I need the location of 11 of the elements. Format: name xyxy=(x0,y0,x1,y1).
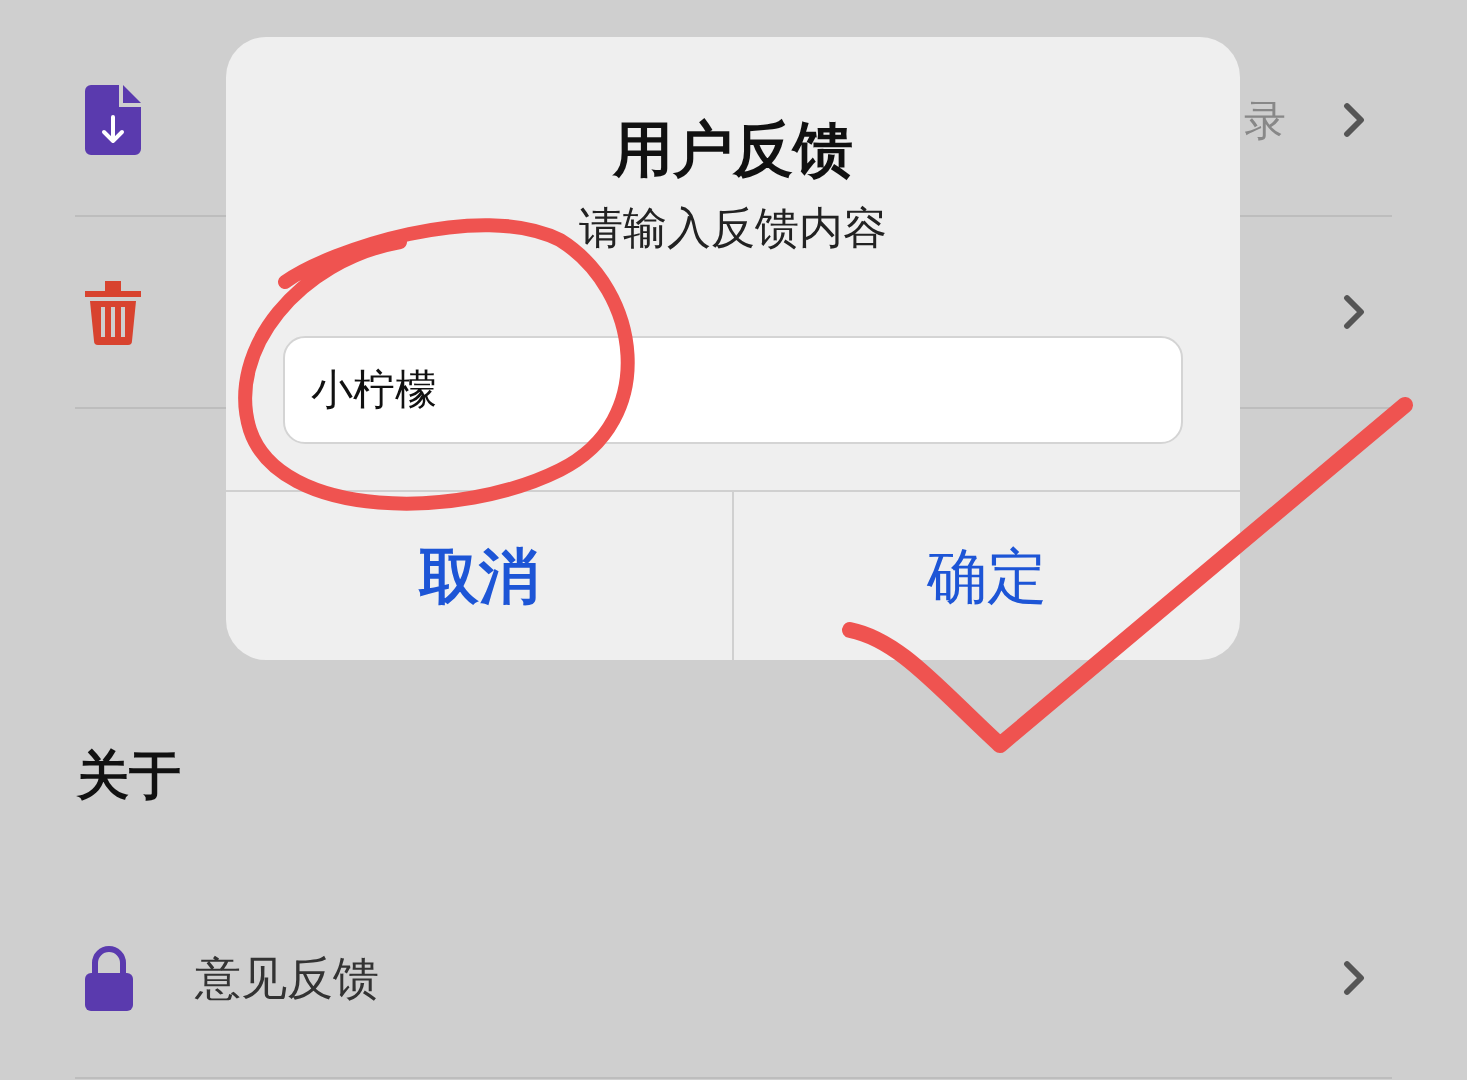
cancel-button[interactable]: 取消 xyxy=(226,492,732,660)
section-title: 关于 xyxy=(77,744,181,807)
lock-icon xyxy=(85,945,133,1011)
confirm-button[interactable]: 确定 xyxy=(732,492,1240,660)
document-download-icon xyxy=(85,85,141,155)
trash-icon xyxy=(85,279,141,345)
feedback-input[interactable]: 小柠檬 xyxy=(283,336,1183,444)
row-label: 意见反馈 xyxy=(195,949,379,1007)
row-value: 录 xyxy=(1244,94,1286,147)
dialog-message: 请输入反馈内容 xyxy=(579,201,887,255)
dialog-title: 用户反馈 xyxy=(613,113,853,186)
